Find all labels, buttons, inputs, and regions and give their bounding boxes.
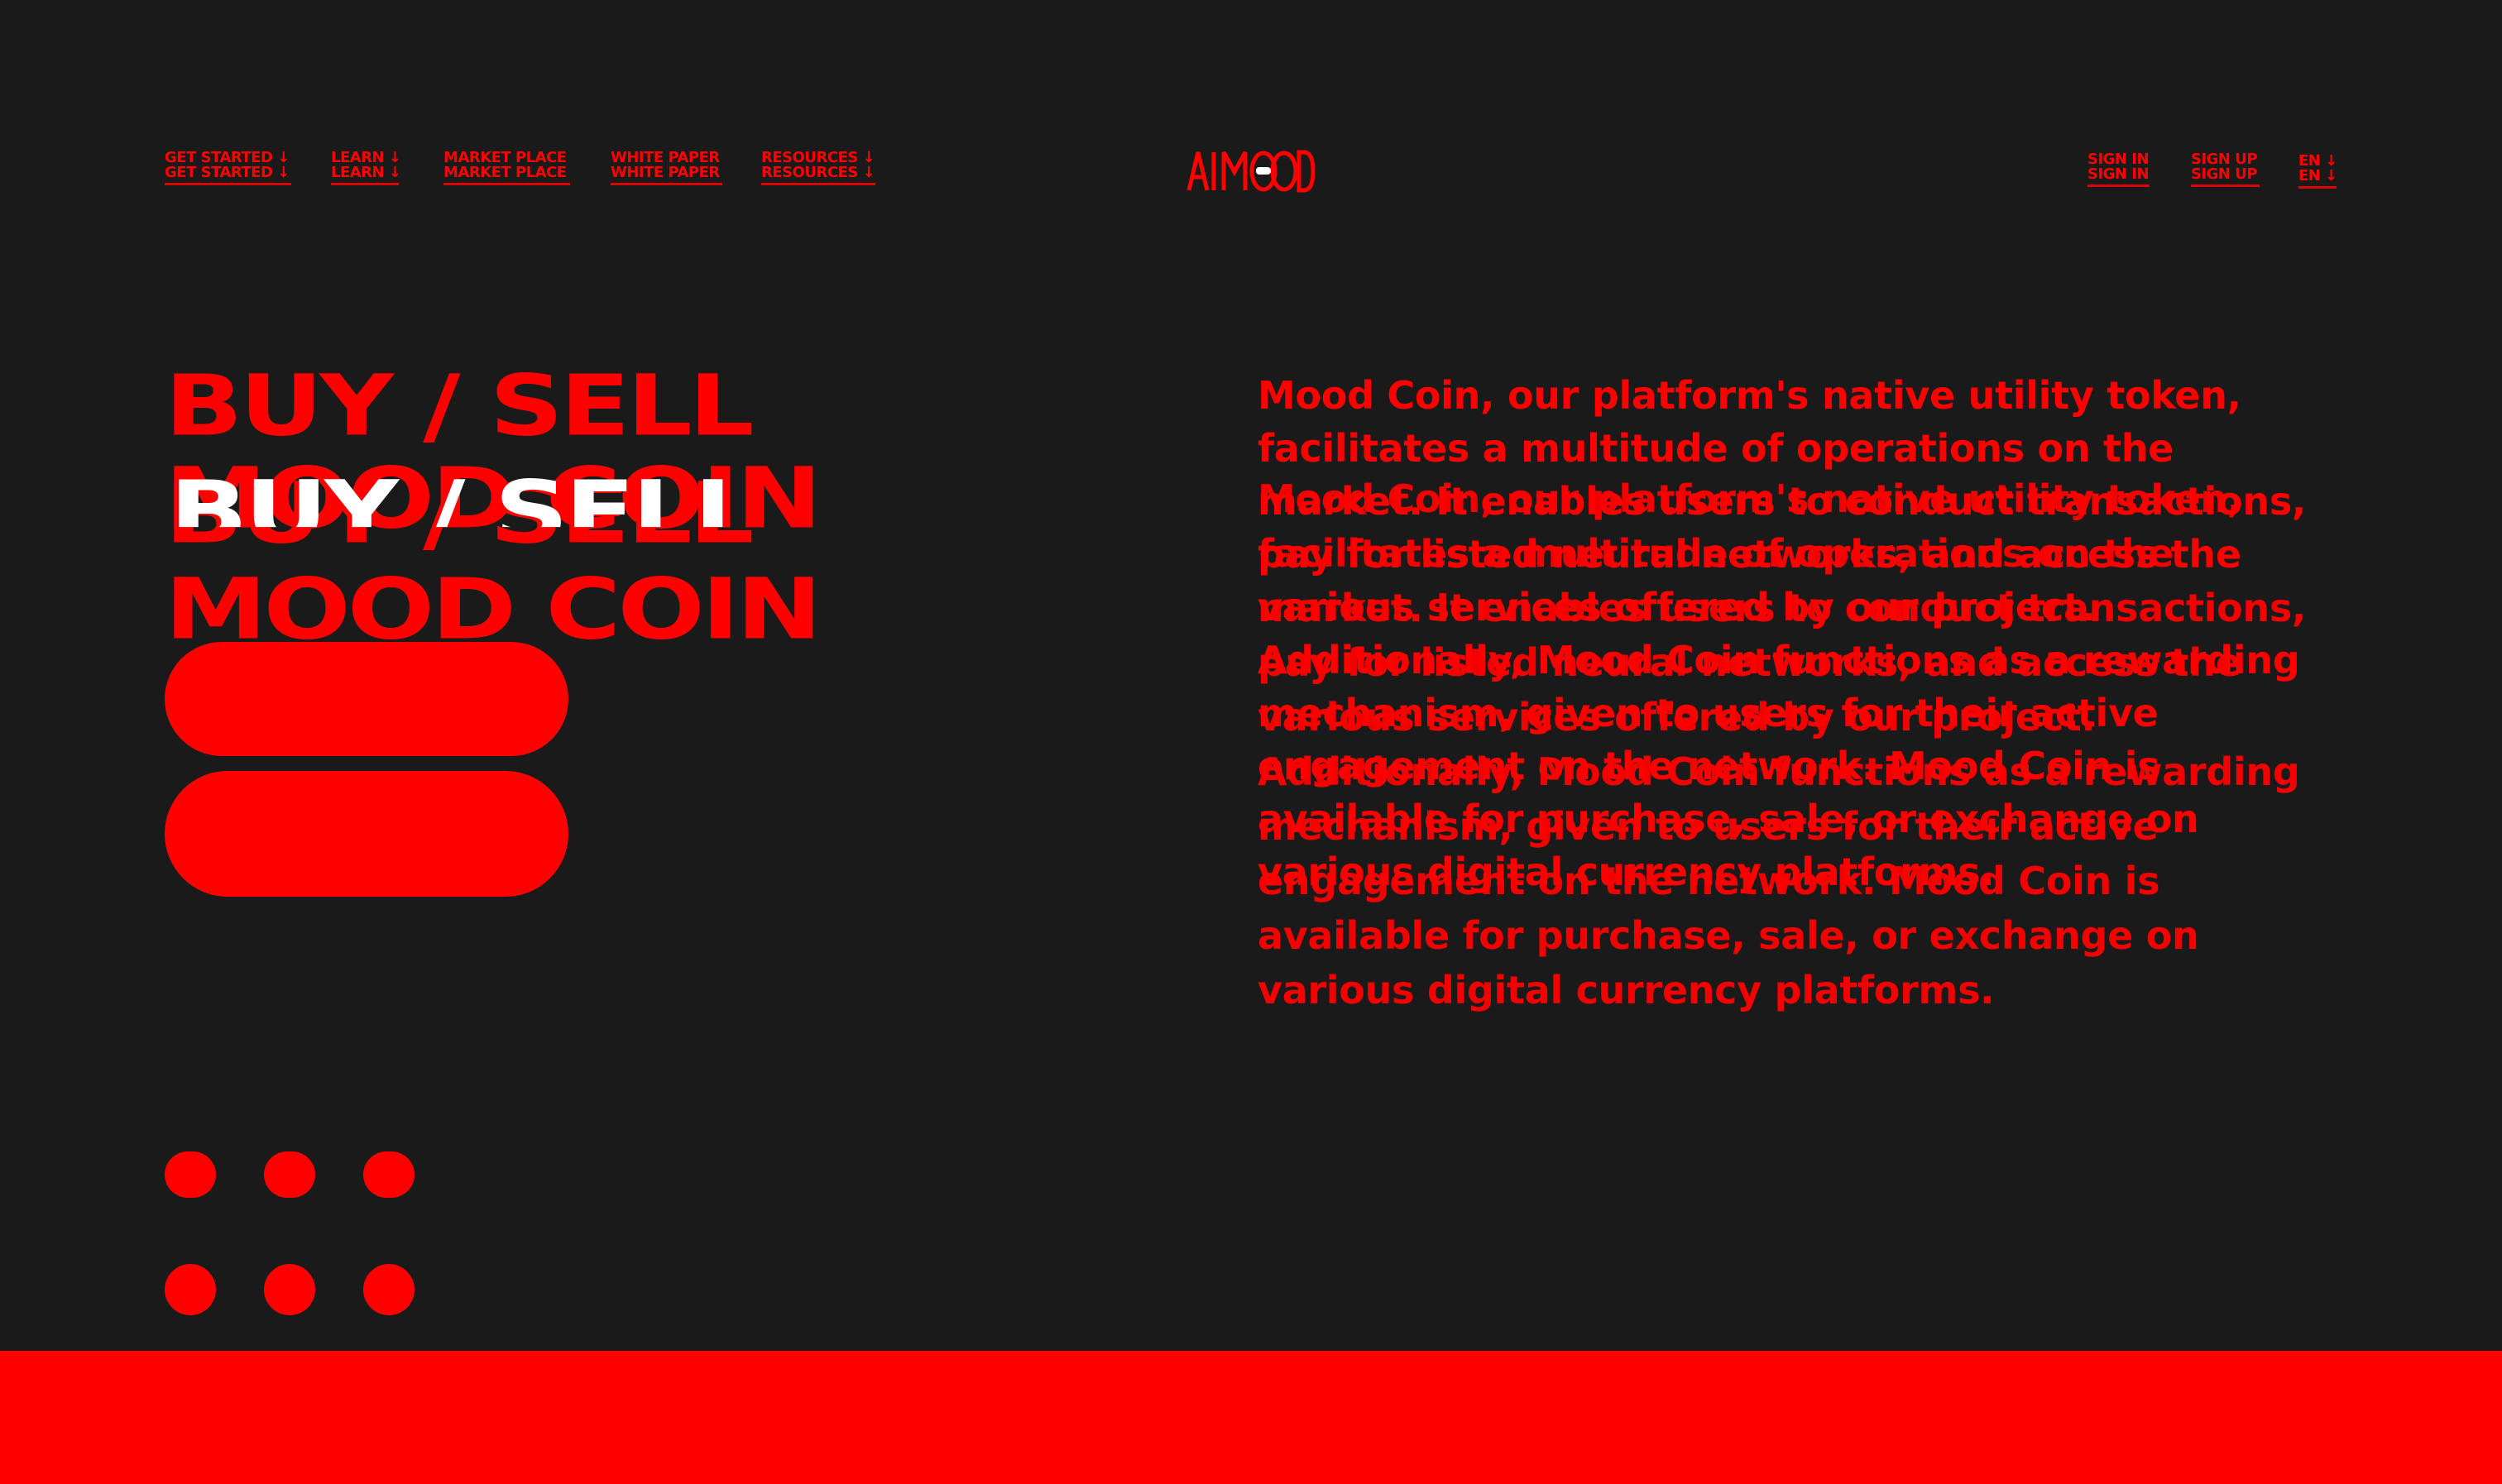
footer-band [0,1351,2502,1484]
nav-underline [2191,184,2260,187]
pagination-dot[interactable] [165,1151,216,1198]
description-text-echo: Mood Coin, our platform's native utility… [1258,476,2307,1012]
ai-mood-logo[interactable] [1186,147,1316,194]
pagination-dot[interactable] [264,1264,315,1315]
nav-underline [331,183,399,185]
nav-underline [2298,186,2337,189]
nav-underline [443,183,570,185]
pagination-dot[interactable] [363,1151,415,1198]
nav-resources-label-echo: RESOURCES ↓ [761,164,875,181]
nav-underline [2087,184,2150,187]
logo-mark-icon [1186,150,1316,193]
pagination-dot[interactable] [264,1151,315,1198]
hero-title-line2-echo: MOOD COIN [165,560,822,658]
nav-underline [165,183,291,185]
nav-learn-label-echo: LEARN ↓ [331,164,401,181]
language-label-echo: EN ↓ [2298,167,2337,184]
sell-button[interactable] [165,771,568,897]
sign-in-label-echo: SIGN IN [2087,165,2150,183]
hero-title-line1: BUY / SELL [165,357,755,455]
nav-market-place-label-echo: MARKET PLACE [443,164,567,181]
nav-get-started-label-echo: GET STARTED ↓ [165,164,290,181]
buy-button[interactable] [165,642,568,756]
nav-underline [761,183,875,185]
nav-white-paper-label-echo: WHITE PAPER [611,164,720,181]
sign-up-label-echo: SIGN UP [2191,165,2258,183]
pagination-dot[interactable] [363,1264,415,1315]
nav-underline [611,183,722,185]
pagination-dot[interactable] [165,1264,216,1315]
